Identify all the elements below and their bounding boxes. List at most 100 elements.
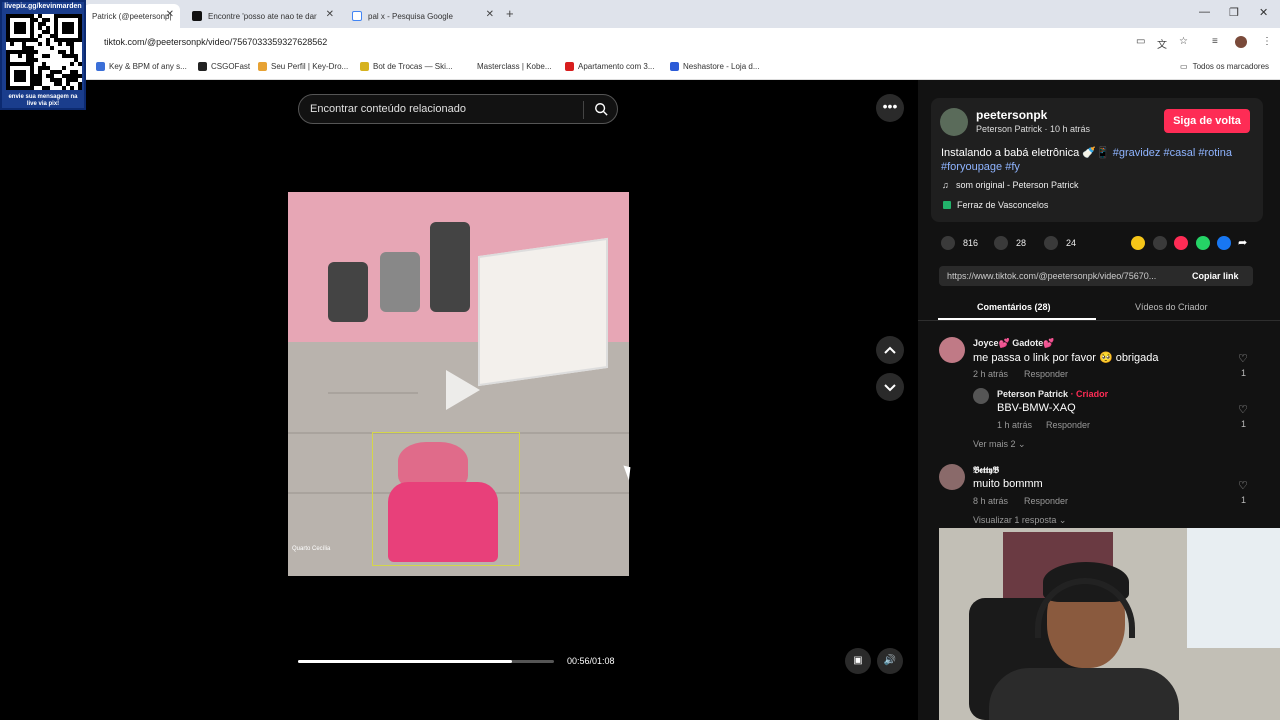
media-icon[interactable]: ≡ xyxy=(1212,36,1218,47)
bookmark-item[interactable]: CSGOFast xyxy=(198,62,250,71)
share-arrow-icon[interactable]: ➦ xyxy=(1238,236,1252,250)
like-button[interactable]: 816 xyxy=(941,236,978,250)
menu-icon[interactable]: ⋮ xyxy=(1262,36,1272,47)
qr-module xyxy=(78,62,82,66)
qr-module xyxy=(46,86,50,90)
progress-bar[interactable] xyxy=(298,660,554,663)
reply-text: BBV-BMW-XAQ xyxy=(997,402,1076,414)
search-input[interactable]: Encontrar conteúdo relacionado xyxy=(310,103,466,115)
copy-link-button[interactable]: Copiar link xyxy=(1192,271,1239,281)
comment-like-icon[interactable]: ♡ xyxy=(1238,403,1248,416)
follow-button[interactable]: Siga de volta xyxy=(1164,109,1250,133)
url-field[interactable]: tiktok.com/@peetersonpk/video/7567033359… xyxy=(104,37,327,47)
commenter-name[interactable]: 𝕭𝖊𝖙𝖙𝖞𝕭 xyxy=(973,465,999,476)
webcam-body xyxy=(989,668,1179,720)
previous-video-button[interactable] xyxy=(876,336,904,364)
video-link[interactable]: https://www.tiktok.com/@peetersonpk/vide… xyxy=(947,271,1156,281)
reply-avatar[interactable] xyxy=(973,388,989,404)
reply-button[interactable]: Responder xyxy=(1046,420,1090,430)
bookmark-item[interactable]: Neshastore - Loja d... xyxy=(670,62,759,71)
commenter-avatar[interactable] xyxy=(939,337,965,363)
caption-text: Instalando a babá eletrônica xyxy=(941,147,1080,159)
qr-module xyxy=(62,86,66,90)
bookmark-icon xyxy=(198,62,207,71)
video-time: 00:56/01:08 xyxy=(567,656,615,666)
video-caption: Instalando a babá eletrônica 🍼📱 #gravide… xyxy=(941,146,1251,174)
tab-tiktok-profile[interactable]: Patrick (@peetersonp| ✕ xyxy=(84,4,180,28)
comment-text: me passa o link por favor 🥺 obrigada xyxy=(973,352,1159,364)
tab-google-search[interactable]: pal x - Pesquisa Google ✕ xyxy=(344,4,500,28)
chevron-up-icon xyxy=(884,346,896,354)
close-icon[interactable]: ✕ xyxy=(486,9,494,20)
google-icon xyxy=(352,11,362,21)
comment-time: 2 h atrás xyxy=(973,369,1009,379)
location-label[interactable]: Ferraz de Vasconcelos xyxy=(957,200,1048,210)
search-bar[interactable]: Encontrar conteúdo relacionado xyxy=(298,94,618,124)
repost-icon[interactable] xyxy=(1131,236,1145,250)
send-icon[interactable] xyxy=(1174,236,1188,250)
bookmark-item[interactable]: Seu Perfil | Key-Dro... xyxy=(258,62,348,71)
whatsapp-icon[interactable] xyxy=(1196,236,1210,250)
comment-like-icon[interactable]: ♡ xyxy=(1238,352,1248,365)
save-button[interactable]: 24 xyxy=(1044,236,1076,250)
music-label[interactable]: som original - Peterson Patrick xyxy=(956,180,1079,190)
miniplayer-button[interactable]: ▣ xyxy=(845,648,871,674)
qr-bottom-line-1: envie sua mensagem na xyxy=(8,94,78,100)
qr-bottom-line-2: live via pix! xyxy=(26,101,60,107)
save-count: 24 xyxy=(1066,238,1077,248)
cast-icon[interactable]: ▭ xyxy=(1136,36,1145,47)
qr-module xyxy=(38,34,42,38)
more-options-button[interactable]: ••• xyxy=(876,94,904,122)
search-icon[interactable] xyxy=(594,102,608,116)
tab-comments[interactable]: Comentários (28) xyxy=(977,302,1051,312)
creator-username[interactable]: peetersonpk xyxy=(976,108,1047,122)
view-more-replies[interactable]: Ver mais 2 ⌄ xyxy=(973,439,1026,450)
stroller xyxy=(380,252,420,312)
bookmark-label: CSGOFast xyxy=(211,62,251,71)
new-tab-button[interactable]: + xyxy=(506,6,514,21)
close-icon[interactable]: ✕ xyxy=(326,9,334,20)
comment-button[interactable]: 28 xyxy=(994,236,1026,250)
qr-module xyxy=(34,58,38,62)
reply-button[interactable]: Responder xyxy=(1024,496,1068,506)
restore-icon[interactable]: ❐ xyxy=(1229,6,1239,19)
star-icon[interactable]: ☆ xyxy=(1179,36,1188,47)
creator-avatar[interactable] xyxy=(940,108,968,136)
reply-button[interactable]: Responder xyxy=(1024,369,1068,379)
commenter-avatar[interactable] xyxy=(939,464,965,490)
view-replies[interactable]: Visualizar 1 resposta ⌄ xyxy=(973,515,1066,526)
facebook-icon[interactable] xyxy=(1217,236,1231,250)
reply-author[interactable]: Peterson Patrick · Criador xyxy=(997,389,1108,399)
tab-creator-videos[interactable]: Vídeos do Criador xyxy=(1135,302,1208,312)
close-window-icon[interactable]: ✕ xyxy=(1259,6,1268,19)
bookmark-item[interactable]: Masterclass | Kobe... xyxy=(477,62,552,71)
close-icon[interactable]: ✕ xyxy=(166,9,174,20)
profile-avatar[interactable] xyxy=(1235,36,1247,48)
qr-module xyxy=(38,42,42,46)
translate-icon[interactable]: 文 xyxy=(1157,36,1167,51)
camera-label: Quarto Cecília xyxy=(292,546,331,552)
comment-like-icon[interactable]: ♡ xyxy=(1238,479,1248,492)
qr-module xyxy=(58,42,62,46)
next-video-button[interactable] xyxy=(876,373,904,401)
embed-icon[interactable] xyxy=(1153,236,1167,250)
qr-module xyxy=(10,42,14,46)
creator-badge: · Criador xyxy=(1070,389,1109,399)
qr-bottom-text: envie sua mensagem na live via pix! xyxy=(2,94,84,108)
minimize-icon[interactable]: — xyxy=(1199,6,1210,18)
play-icon[interactable] xyxy=(446,370,480,410)
comment-time: 8 h atrás xyxy=(973,496,1009,506)
floor-tile-line xyxy=(328,392,418,394)
commenter-name[interactable]: Joyce💕 Gadote💕 xyxy=(973,338,1054,349)
bookmark-item[interactable]: Apartamento com 3... xyxy=(565,62,654,71)
video-frame[interactable]: Quarto Cecília xyxy=(288,192,629,576)
bookmark-item[interactable]: Bot de Trocas — Ski... xyxy=(360,62,453,71)
chevron-down-icon: ⌄ xyxy=(1018,439,1026,449)
qr-module xyxy=(78,38,82,42)
volume-button[interactable]: 🔊 xyxy=(877,648,903,674)
address-bar: tiktok.com/@peetersonpk/video/7567033359… xyxy=(0,28,1280,56)
comment-like-count: 1 xyxy=(1241,419,1247,429)
all-bookmarks[interactable]: ▭ Todos os marcadores xyxy=(1180,62,1269,71)
bookmark-item[interactable]: Key & BPM of any s... xyxy=(96,62,187,71)
tab-tiktok-search[interactable]: Encontre 'posso ate nao te dar ✕ xyxy=(184,4,340,28)
